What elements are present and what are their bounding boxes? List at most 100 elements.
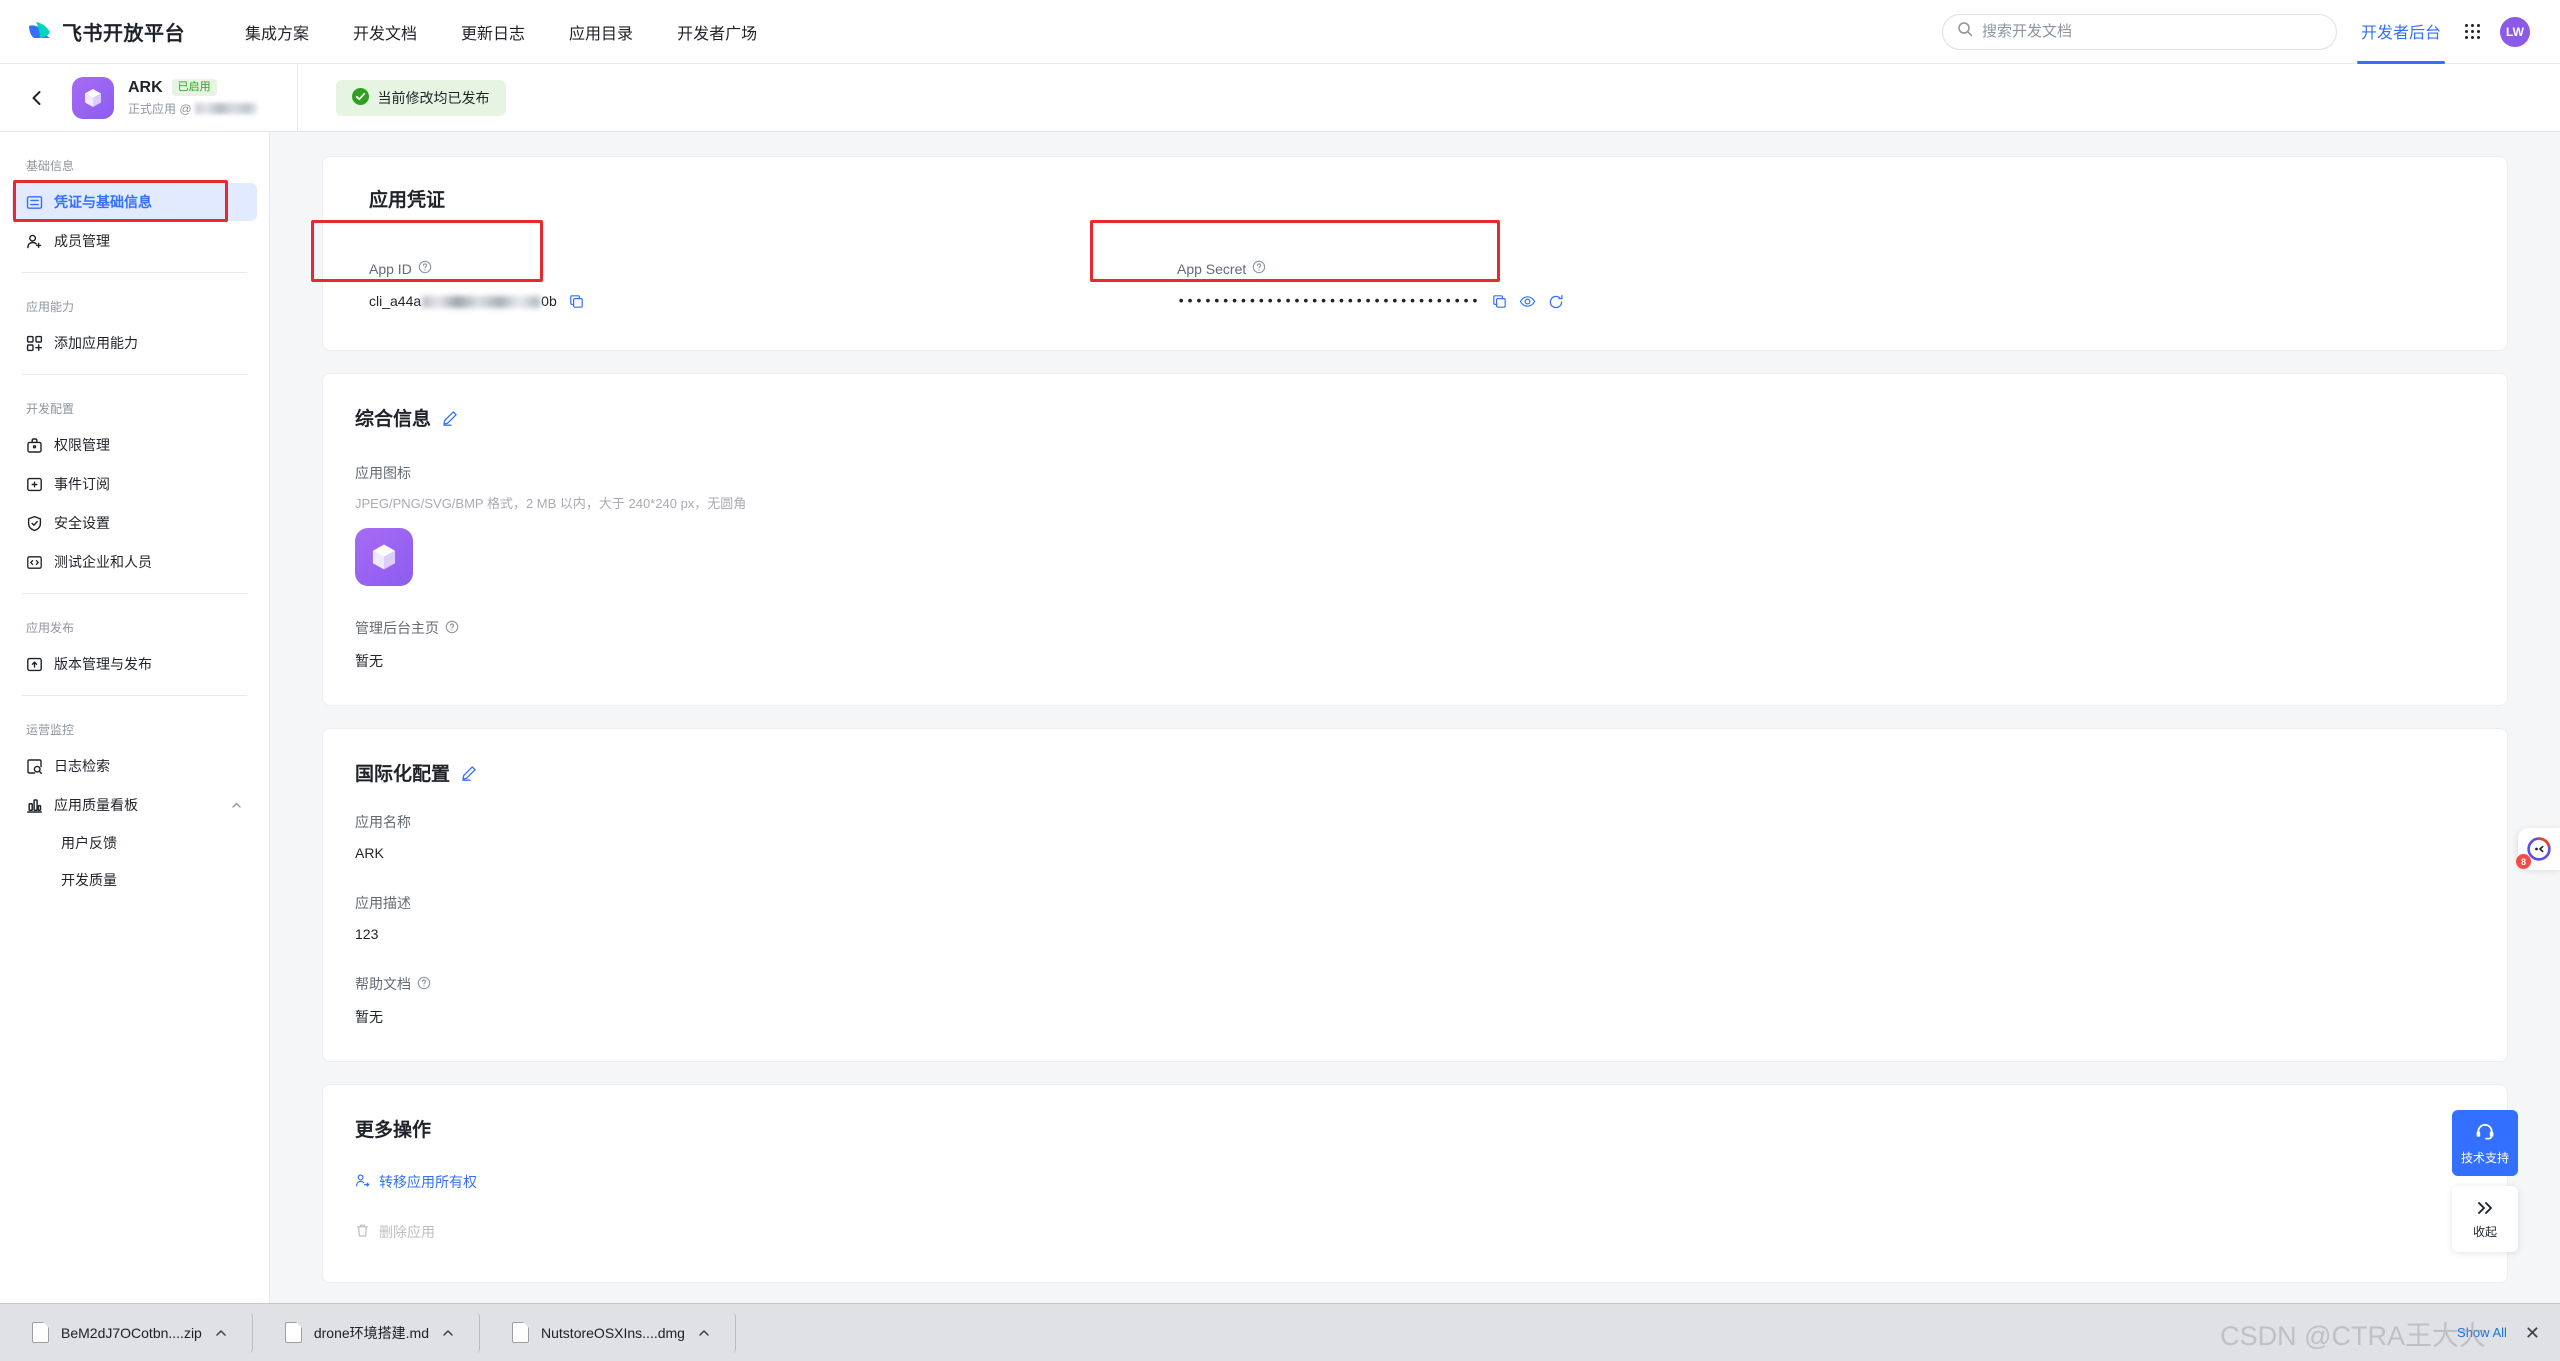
- help-doc-label: 帮助文档: [355, 976, 411, 992]
- search-input[interactable]: [1981, 23, 2322, 40]
- download-menu-chevron-icon[interactable]: [697, 1326, 711, 1340]
- download-file-name: BeM2dJ7OCotbn....zip: [61, 1324, 202, 1341]
- back-icon[interactable]: [24, 85, 50, 111]
- app-name-label: 应用名称: [355, 814, 411, 830]
- sidebar-item-test-org[interactable]: 测试企业和人员: [12, 543, 257, 581]
- transfer-ownership-label: 转移应用所有权: [379, 1174, 477, 1190]
- edit-pencil-icon[interactable]: [461, 765, 477, 781]
- more-operations-body: 更多操作 转移应用所有权 删除应用: [323, 1085, 2507, 1282]
- sidebar-item-members[interactable]: 成员管理: [12, 222, 257, 260]
- copy-app-id-icon[interactable]: [569, 294, 584, 309]
- app-logo-icon: [72, 76, 114, 119]
- admin-home-label-row: 管理后台主页: [355, 618, 2475, 638]
- download-item[interactable]: BeM2dJ7OCotbn....zip: [14, 1312, 253, 1353]
- app-status-badge: 已启用: [171, 78, 217, 97]
- app-id-label: App ID: [369, 260, 412, 277]
- primary-nav-links: 集成方案 开发文档 更新日志 应用目录 开发者广场: [245, 20, 757, 44]
- app-id-field: App ID cli_a44a 0b: [355, 248, 1155, 318]
- sidebar-subitem-dev-quality[interactable]: 开发质量: [12, 862, 257, 898]
- collapse-widget-button[interactable]: 收起: [2452, 1186, 2518, 1252]
- nav-link-integrations[interactable]: 集成方案: [245, 20, 309, 44]
- app-icon-hint: JPEG/PNG/SVG/BMP 格式，2 MB 以内，大于 240*240 p…: [355, 496, 747, 511]
- sidebar-item-label: 测试企业和人员: [54, 554, 152, 570]
- chat-support-fab[interactable]: 8: [2516, 828, 2560, 870]
- copy-app-secret-icon[interactable]: [1492, 294, 1507, 309]
- help-icon[interactable]: [418, 260, 432, 277]
- permission-icon: [26, 437, 43, 454]
- chevron-double-right-icon: [2474, 1199, 2496, 1220]
- download-file-name: NutstoreOSXIns....dmg: [541, 1324, 685, 1341]
- sidebar-divider: [22, 593, 247, 594]
- app-secret-value: ••••••••••••••••••••••••••••••••••: [1177, 293, 1480, 310]
- help-icon[interactable]: [445, 620, 459, 637]
- sidebar-item-label: 凭证与基础信息: [54, 194, 152, 210]
- zip-file-icon: [32, 1322, 49, 1343]
- search-box[interactable]: [1941, 13, 2337, 50]
- technical-support-button[interactable]: 技术支持: [2452, 1110, 2518, 1176]
- sidebar-group-ops-monitor: 运营监控: [26, 723, 75, 737]
- developer-console-tab[interactable]: 开发者后台: [2356, 0, 2446, 64]
- download-menu-chevron-icon[interactable]: [214, 1326, 228, 1340]
- sidebar-item-permissions[interactable]: 权限管理: [12, 426, 257, 464]
- help-icon[interactable]: [417, 976, 431, 993]
- appbar-divider: [296, 63, 298, 132]
- sidebar-item-log-search[interactable]: 日志检索: [12, 747, 257, 785]
- transfer-ownership-link[interactable]: 转移应用所有权: [355, 1172, 477, 1192]
- sidebar-item-add-capability[interactable]: 添加应用能力: [12, 324, 257, 362]
- sidebar-item-version-release[interactable]: 版本管理与发布: [12, 645, 257, 683]
- app-id-label-row: App ID: [369, 260, 1155, 277]
- download-item[interactable]: NutstoreOSXIns....dmg: [494, 1312, 736, 1353]
- help-icon[interactable]: [1252, 260, 1266, 277]
- i18n-title-text: 国际化配置: [355, 764, 451, 785]
- publish-icon: [26, 656, 43, 673]
- more-operations-card: 更多操作 转移应用所有权 删除应用: [322, 1084, 2508, 1283]
- shield-icon: [26, 515, 43, 532]
- publish-status-text: 当前修改均已发布: [377, 89, 490, 106]
- feishu-logo-icon: [26, 18, 53, 45]
- nav-link-app-directory[interactable]: 应用目录: [569, 20, 633, 44]
- apps-grid-icon[interactable]: [2465, 24, 2480, 39]
- app-desc-value: 123: [355, 926, 379, 942]
- sidebar-item-quality-dashboard[interactable]: 应用质量看板: [12, 786, 257, 824]
- app-header-bar: ARK 已启用 正式应用 @ 当前修改均已发布: [0, 63, 2560, 132]
- admin-home-label: 管理后台主页: [355, 620, 439, 636]
- sidebar-item-credentials[interactable]: 凭证与基础信息: [12, 183, 257, 221]
- download-menu-chevron-icon[interactable]: [441, 1326, 455, 1340]
- nav-link-developer-square[interactable]: 开发者广场: [677, 20, 757, 44]
- headset-icon: [2474, 1121, 2496, 1146]
- nav-link-docs[interactable]: 开发文档: [353, 20, 417, 44]
- download-item[interactable]: drone环境搭建.md: [267, 1312, 481, 1353]
- edit-pencil-icon[interactable]: [442, 410, 458, 426]
- sidebar-item-label: 权限管理: [54, 437, 110, 453]
- sidebar-subitem-user-feedback[interactable]: 用户反馈: [12, 825, 257, 861]
- app-subtitle: 正式应用 @: [128, 100, 257, 117]
- general-info-title: 综合信息: [355, 404, 2475, 431]
- sidebar: 基础信息 凭证与基础信息 成员管理 应用能力 添加应用能力 开发配置 权限管理 …: [0, 132, 270, 1361]
- chat-unread-badge: 8: [2516, 854, 2531, 869]
- chevron-up-icon[interactable]: [230, 799, 243, 812]
- credential-icon: [26, 194, 43, 211]
- sidebar-item-label: 安全设置: [54, 515, 110, 531]
- sidebar-item-label: 添加应用能力: [54, 335, 138, 351]
- nav-link-changelog[interactable]: 更新日志: [461, 20, 525, 44]
- help-doc-value: 暂无: [355, 1009, 383, 1025]
- download-file-name: drone环境搭建.md: [313, 1324, 430, 1341]
- user-avatar[interactable]: LW: [2500, 16, 2530, 47]
- i18n-title: 国际化配置: [355, 759, 2475, 786]
- help-doc-label-row: 帮助文档: [355, 974, 2475, 994]
- credentials-title: 应用凭证: [369, 190, 446, 211]
- admin-home-value: 暂无: [355, 653, 383, 669]
- show-all-downloads-link[interactable]: Show All: [2457, 1325, 2507, 1340]
- sidebar-item-security[interactable]: 安全设置: [12, 504, 257, 542]
- show-app-secret-eye-icon[interactable]: [1519, 293, 1536, 310]
- app-id-value-row: cli_a44a 0b: [369, 293, 1155, 309]
- credentials-card: 应用凭证 App ID cli_a44a 0b App Secret •••••…: [322, 156, 2508, 351]
- search-icon: [1957, 21, 1973, 42]
- reset-app-secret-refresh-icon[interactable]: [1548, 294, 1564, 310]
- sidebar-item-event-subscription[interactable]: 事件订阅: [12, 465, 257, 503]
- top-navigation-bar: 飞书开放平台 集成方案 开发文档 更新日志 应用目录 开发者广场 开发者后台 L…: [0, 0, 2560, 64]
- app-icon-preview[interactable]: [355, 528, 413, 586]
- close-download-bar-icon[interactable]: ✕: [2525, 1324, 2540, 1342]
- brand-logo[interactable]: 飞书开放平台: [26, 17, 185, 46]
- app-meta: ARK 已启用 正式应用 @: [128, 79, 257, 117]
